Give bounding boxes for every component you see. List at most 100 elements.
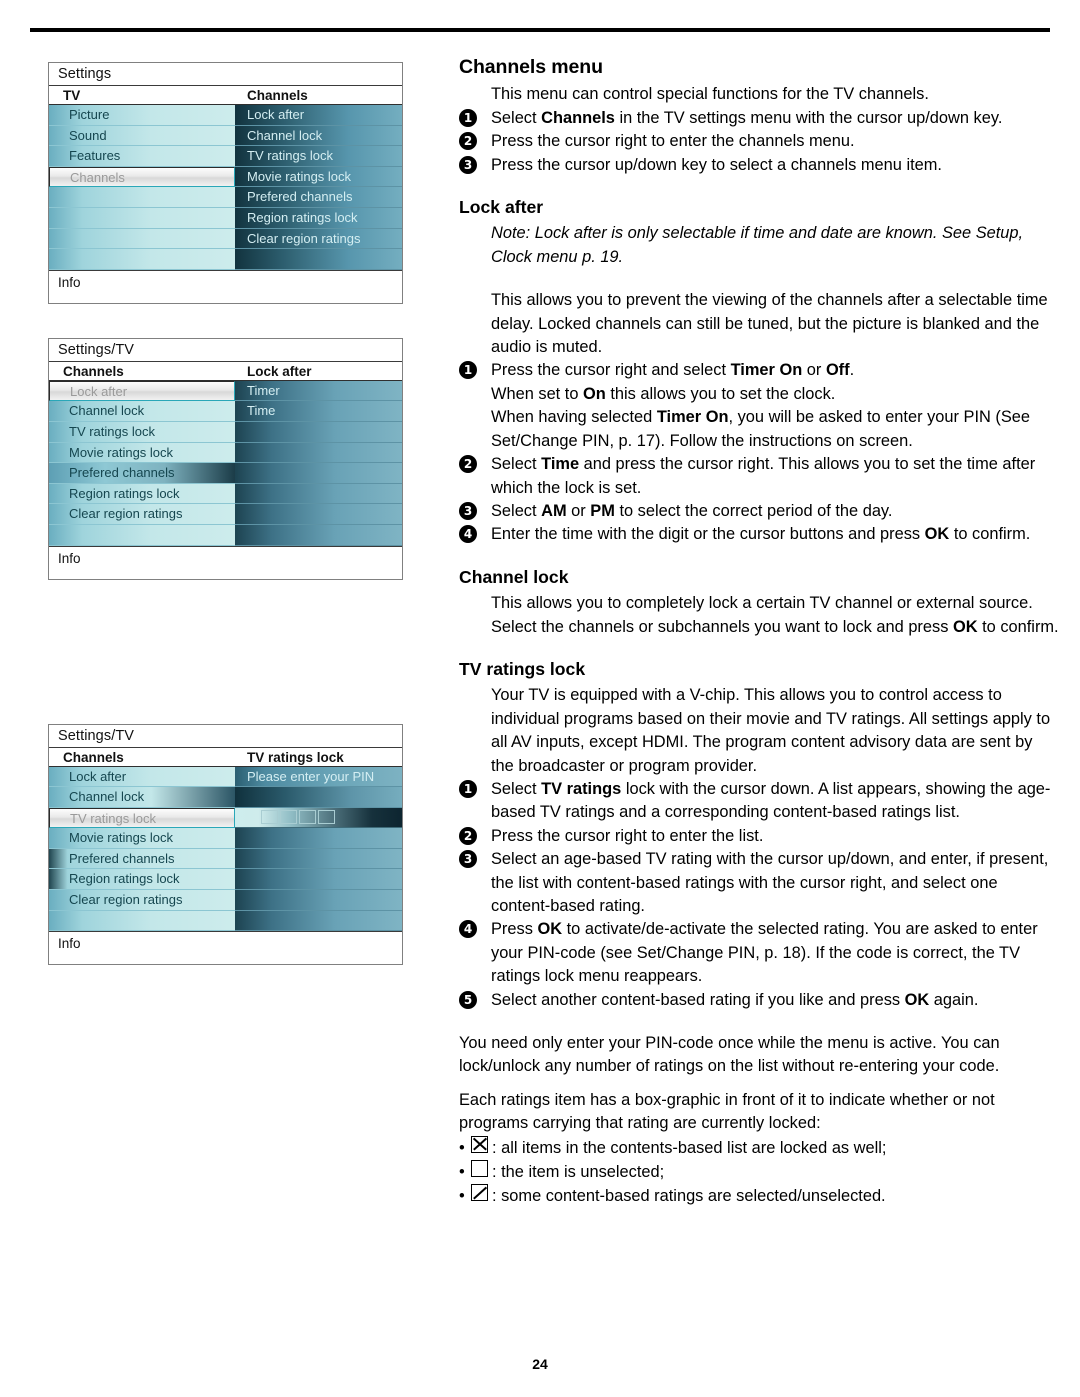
osd-submenu-item-blank — [235, 483, 402, 505]
osd-right-column-header: TV ratings lock — [235, 747, 402, 767]
osd-submenu-item-blank — [235, 463, 402, 484]
step-text: Select Channels in the TV settings menu … — [491, 108, 1003, 127]
box-graphic-note: Each ratings item has a box-graphic in f… — [459, 1090, 995, 1133]
osd-menu-item[interactable]: Prefered channels — [49, 848, 235, 870]
osd-menu-item-blank — [49, 187, 235, 208]
step-item: 4 Press OK to activate/de-activate the s… — [459, 918, 1059, 988]
osd-submenu-item[interactable]: Prefered channels — [235, 187, 402, 208]
checkbox-empty-icon — [471, 1160, 488, 1178]
checkbox-partial-icon — [471, 1184, 488, 1202]
step-number-icon: 4 — [459, 525, 477, 544]
osd-info-bar: Info — [49, 545, 402, 579]
osd-submenu-item[interactable]: Timer — [235, 380, 402, 402]
osd-submenu-item-blank — [235, 828, 402, 849]
osd-submenu-item[interactable]: Movie ratings lock — [235, 166, 402, 188]
step-item: 5 Select another content-based rating if… — [459, 989, 1059, 1012]
osd-title: Settings — [49, 63, 402, 86]
manual-body-text: Channels menu This menu can control spec… — [459, 56, 1059, 1209]
osd-menu-item[interactable]: Prefered channels — [49, 463, 235, 484]
osd-menu-item[interactable]: Features — [49, 146, 235, 167]
osd-submenu-item-blank — [235, 848, 402, 870]
osd-title: Settings/TV — [49, 725, 402, 748]
step-text: Press OK to activate/de-activate the sel… — [491, 920, 1038, 986]
pin-digit-boxes[interactable] — [261, 810, 335, 825]
osd-submenu-item[interactable]: Region ratings lock — [235, 207, 402, 229]
osd-left-column: Channels Lock after Channel lock TV rati… — [49, 747, 235, 932]
osd-submenu-item-blank — [235, 890, 402, 911]
osd-menu-item-selected[interactable]: Channels — [49, 166, 235, 188]
osd-submenu-item[interactable]: Clear region ratings — [235, 228, 402, 250]
osd-menu-item[interactable]: Lock after — [49, 766, 235, 788]
step-text: Select an age-based TV rating with the c… — [491, 850, 1049, 915]
osd-menu-item[interactable]: Movie ratings lock — [49, 442, 235, 464]
osd-menu-item[interactable]: TV ratings lock — [49, 421, 235, 443]
osd-submenu-item[interactable]: Channel lock — [235, 125, 402, 147]
osd-pin-prompt: Please enter your PIN — [235, 766, 402, 788]
osd-submenu-item[interactable]: Time — [235, 401, 402, 422]
osd-submenu-item-blank — [235, 869, 402, 891]
osd-menu-item-blank — [49, 524, 235, 546]
legend-item: • : some content-based ratings are selec… — [459, 1184, 1059, 1208]
tv-ratings-lock-body: Your TV is equipped with a V-chip. This … — [491, 686, 1051, 775]
osd-menu-item-selected[interactable]: TV ratings lock — [49, 807, 235, 829]
osd-submenu-item-blank — [235, 524, 402, 546]
step-item: 1 Press the cursor right and select Time… — [459, 359, 1059, 453]
pin-digit-box[interactable] — [299, 810, 316, 825]
step-number-icon: 3 — [459, 850, 477, 869]
section-heading-tv-ratings-lock: TV ratings lock — [459, 658, 586, 679]
step-item: 3 Press the cursor up/down key to select… — [459, 154, 1059, 177]
step-number-icon: 3 — [459, 501, 477, 520]
step-number-icon: 1 — [459, 361, 477, 380]
osd-menu-item[interactable]: Clear region ratings — [49, 890, 235, 911]
osd-left-rows: Picture Sound Features Channels — [49, 105, 235, 270]
osd-menu-item[interactable]: Picture — [49, 105, 235, 126]
osd-menu-item-selected[interactable]: Lock after — [49, 380, 235, 402]
step-item: 3 Select AM or PM to select the correct … — [459, 500, 1059, 523]
page-title: Channels menu — [459, 56, 603, 78]
step-item: 1 Select Channels in the TV settings men… — [459, 107, 1059, 130]
step-text: Select TV ratings lock with the cursor d… — [491, 779, 1051, 822]
osd-submenu-item-blank — [235, 504, 402, 525]
osd-left-column-header: Channels — [49, 361, 235, 381]
osd-right-rows: Lock after Channel lock TV ratings lock … — [235, 105, 402, 270]
osd-right-rows: Please enter your PIN — [235, 766, 402, 932]
step-number-icon: 4 — [459, 920, 477, 939]
osd-submenu-item[interactable]: TV ratings lock — [235, 146, 402, 167]
osd-menu-item-blank — [49, 228, 235, 250]
osd-menu-figures: Settings TV Picture Sound Features Chann… — [48, 62, 403, 966]
checkbox-checked-icon — [471, 1135, 488, 1153]
osd-info-bar: Info — [49, 269, 402, 303]
osd-right-column: Lock after Timer Time — [235, 361, 402, 546]
osd-left-rows: Lock after Channel lock TV ratings lock … — [49, 380, 235, 546]
step-number-icon: 2 — [459, 455, 477, 474]
pin-digit-box[interactable] — [280, 810, 297, 825]
step-number-icon: 5 — [459, 990, 477, 1009]
osd-menu-item[interactable]: Region ratings lock — [49, 483, 235, 505]
step-item: 1 Select TV ratings lock with the cursor… — [459, 778, 1059, 825]
osd-figure-lock-after: Settings/TV Channels Lock after Channel … — [48, 337, 403, 580]
osd-menu-item[interactable]: Clear region ratings — [49, 504, 235, 525]
pin-digit-box[interactable] — [318, 810, 335, 825]
osd-menu-item[interactable]: Channel lock — [49, 401, 235, 422]
osd-menu-item-blank — [49, 249, 235, 270]
osd-menu-item[interactable]: Region ratings lock — [49, 869, 235, 891]
intro-paragraph: This menu can control special functions … — [491, 85, 929, 104]
step-number-icon: 1 — [459, 779, 477, 798]
osd-pin-entry-row[interactable] — [235, 807, 402, 829]
step-text: Press the cursor up/down key to select a… — [491, 155, 942, 174]
step-item: 2 Press the cursor right to enter the li… — [459, 825, 1059, 848]
bullet-icon: • — [459, 1138, 465, 1157]
osd-right-column: Channels Lock after Channel lock TV rati… — [235, 86, 402, 270]
step-text: Press the cursor right to enter the list… — [491, 826, 764, 845]
osd-right-column-header: Channels — [235, 86, 402, 105]
pin-digit-box[interactable] — [261, 810, 278, 825]
osd-submenu-item[interactable]: Lock after — [235, 105, 402, 126]
osd-submenu-item-blank — [235, 787, 402, 808]
osd-menu-item[interactable]: Sound — [49, 125, 235, 147]
osd-menu-item[interactable]: Movie ratings lock — [49, 828, 235, 849]
osd-figure-tv-ratings-pin: Settings/TV Channels Lock after Channel … — [48, 723, 403, 966]
osd-left-column: TV Picture Sound Features Channels — [49, 86, 235, 270]
osd-menu-item[interactable]: Channel lock — [49, 787, 235, 808]
legend-text: : some content-based ratings are selecte… — [492, 1187, 886, 1206]
section-heading-lock-after: Lock after — [459, 197, 544, 218]
